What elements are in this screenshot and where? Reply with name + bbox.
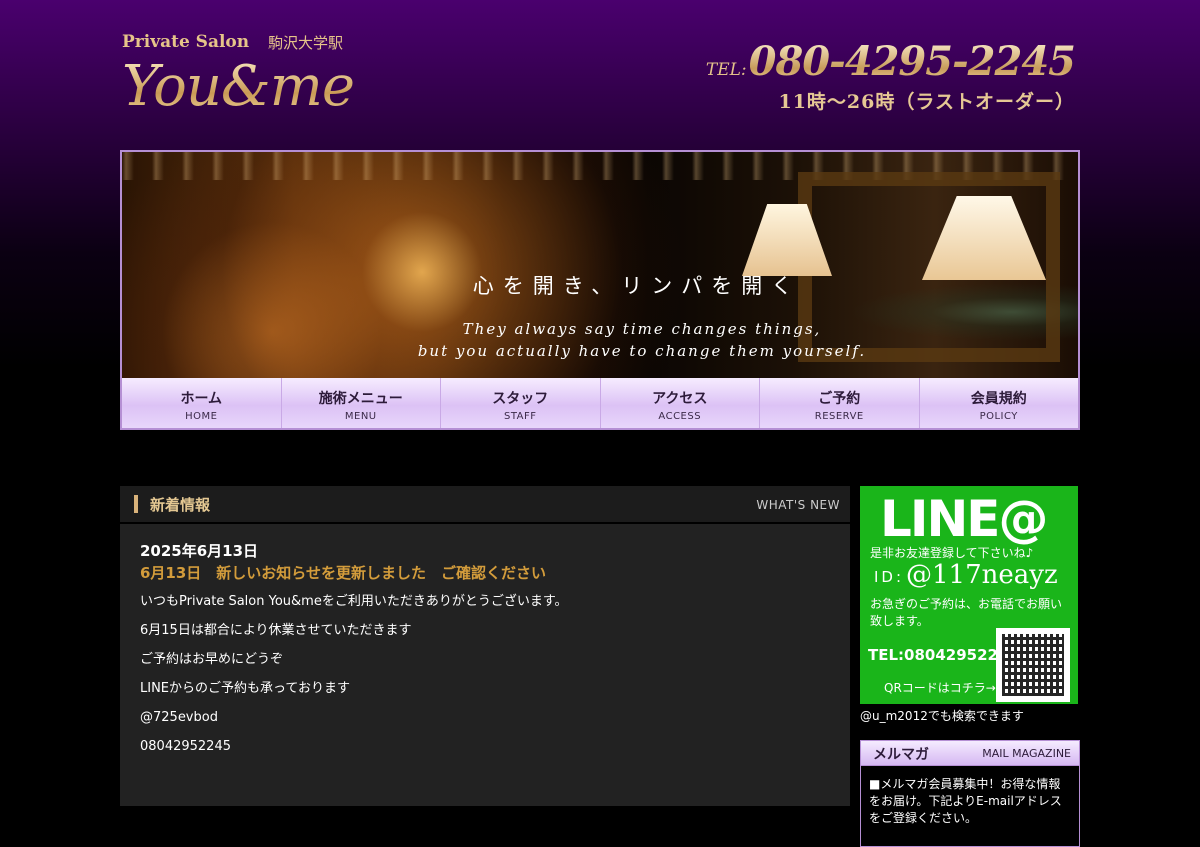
news-paragraph: @725evbod	[140, 710, 218, 725]
news-paragraph: 08042952245	[140, 739, 231, 754]
news-entry: 2025年6月13日 6月13日 新しいお知らせを更新しました ご確認ください …	[120, 524, 850, 757]
nav-menu[interactable]: 施術メニュー MENU	[282, 378, 441, 428]
line-subtitle: 是非お友達登録して下さいね♪	[870, 546, 1034, 560]
business-hours: 11時〜26時（ラストオーダー）	[778, 91, 1075, 113]
mail-header: メルマガ MAIL MAGAZINE	[860, 740, 1080, 766]
nav-reserve[interactable]: ご予約 RESERVE	[760, 378, 920, 428]
header-contact: TEL:080-4295-2245 11時〜26時（ラストオーダー）	[705, 38, 1076, 114]
heading-bar-icon	[134, 495, 138, 513]
news-paragraph: いつもPrivate Salon You&meをご利用いただきありがとうございま…	[140, 594, 568, 609]
nav-label-en: RESERVE	[814, 411, 864, 422]
main-nav: ホーム HOME 施術メニュー MENU スタッフ STAFF アクセス ACC…	[120, 378, 1080, 430]
nav-label-en: MENU	[344, 411, 377, 422]
qr-label: QRコードはコチラ→	[884, 681, 996, 695]
line-caption: @u_m2012でも検索できます	[860, 709, 1024, 723]
nav-policy[interactable]: 会員規約 POLICY	[920, 378, 1079, 428]
nav-label: ホーム	[180, 391, 223, 407]
sidebar: LINE@ 是非お友達登録して下さいね♪ ID: @117neayz お急ぎのご…	[860, 486, 1080, 847]
nav-label: 会員規約	[970, 391, 1027, 407]
mail-body: ■メルマガ会員募集中！お得な情報をお届け。下記よりE-mailアドレスをご登録く…	[860, 766, 1080, 847]
site-logo[interactable]: Private Salon 駒沢大学駅 You&me	[122, 30, 382, 120]
line-id-label: ID:	[874, 568, 905, 586]
nav-label: スタッフ	[492, 391, 549, 407]
nav-label: ご予約	[818, 391, 861, 407]
tagline-line-1: They always say time changes things,	[462, 320, 822, 338]
nav-label: アクセス	[652, 391, 708, 407]
tel-number[interactable]: 080-4295-2245	[749, 38, 1076, 85]
nav-label-en: STAFF	[503, 411, 537, 422]
line-note: お急ぎのご予約は、お電話でお願い致します。	[870, 597, 1063, 628]
nav-access[interactable]: アクセス ACCESS	[601, 378, 760, 428]
news-section: 新着情報 WHAT'S NEW 2025年6月13日 6月13日 新しいお知らせ…	[120, 486, 850, 806]
news-heading: 新着情報	[150, 496, 211, 514]
news-paragraph: 6月15日は都合により休業させていただきます	[140, 623, 412, 638]
nav-home[interactable]: ホーム HOME	[122, 378, 282, 428]
logo-station: 駒沢大学駅	[268, 34, 344, 52]
news-heading-en: WHAT'S NEW	[756, 498, 840, 512]
mail-heading-en: MAIL MAGAZINE	[982, 747, 1071, 760]
nav-label: 施術メニュー	[318, 391, 403, 407]
tagline-line-2: but you actually have to change them you…	[417, 342, 867, 360]
tel-label: TEL:	[705, 60, 747, 80]
news-paragraph: LINEからのご予約も承っております	[140, 681, 350, 696]
mail-heading: メルマガ	[873, 747, 929, 763]
nav-label-en: POLICY	[979, 411, 1018, 422]
line-banner[interactable]: LINE@ 是非お友達登録して下さいね♪ ID: @117neayz お急ぎのご…	[860, 486, 1078, 704]
nav-staff[interactable]: スタッフ STAFF	[441, 378, 601, 428]
news-title[interactable]: 6月13日 新しいお知らせを更新しました ご確認ください	[140, 562, 830, 583]
news-header: 新着情報 WHAT'S NEW	[120, 486, 850, 524]
nav-label-en: HOME	[185, 411, 218, 422]
news-date: 2025年6月13日	[140, 542, 259, 560]
logo-subtitle: Private Salon	[122, 32, 250, 52]
hero-tagline: They always say time changes things, but…	[122, 318, 1078, 362]
logo-brand: You&me	[122, 54, 355, 119]
line-id: @117neayz	[906, 560, 1058, 590]
nav-label-en: ACCESS	[658, 411, 702, 422]
line-logo: LINE@	[880, 490, 1048, 548]
news-paragraph: ご予約はお早めにどうぞ	[140, 652, 284, 667]
mail-magazine: メルマガ MAIL MAGAZINE ■メルマガ会員募集中！お得な情報をお届け。…	[860, 740, 1080, 847]
hero-headline: 心を開き、リンパを開く	[472, 274, 802, 298]
qr-code-icon	[996, 628, 1070, 702]
hero-banner: 心を開き、リンパを開く They always say time changes…	[120, 150, 1080, 380]
